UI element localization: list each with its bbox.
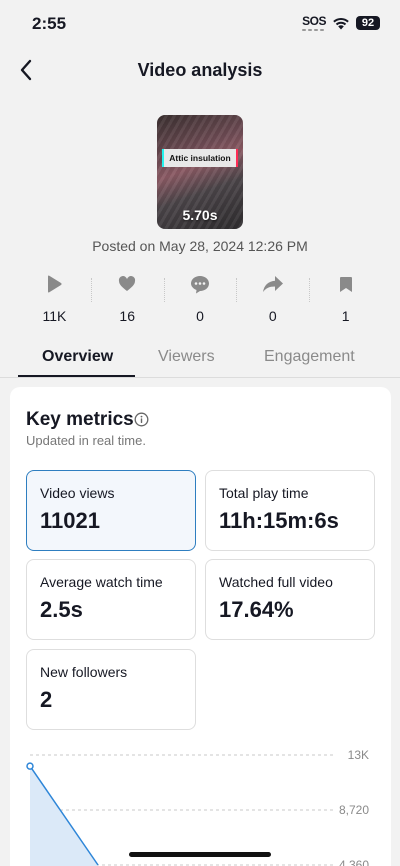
top-nav: Video analysis xyxy=(0,52,400,92)
status-indicators: SOS 92 xyxy=(302,15,380,31)
chart-point xyxy=(26,762,34,770)
comment-icon xyxy=(190,275,209,293)
tab-engagement[interactable]: Engagement xyxy=(264,348,355,366)
tab-viewers[interactable]: Viewers xyxy=(158,348,215,366)
stat-saves: 1 xyxy=(309,272,382,326)
bookmark-icon xyxy=(339,276,352,292)
status-bar: 2:55 SOS 92 xyxy=(0,0,400,48)
stat-likes: 16 xyxy=(90,272,164,326)
video-duration: 5.70s xyxy=(182,207,218,223)
key-metrics-card: Key metrics Updated in real time. Video … xyxy=(10,387,391,866)
y-tick-label: 4,360 xyxy=(339,858,369,866)
video-thumbnail[interactable]: Attic insulation 5.70s xyxy=(157,115,243,229)
stat-comments: 0 xyxy=(163,272,237,326)
views-chart: 13K 8,720 4,360 xyxy=(26,748,369,866)
stats-row: 11K 16 0 0 1 xyxy=(18,272,382,326)
share-icon xyxy=(262,276,283,292)
video-caption: Attic insulation xyxy=(164,149,236,167)
posted-date: Posted on May 28, 2024 12:26 PM xyxy=(92,238,308,254)
play-icon xyxy=(48,275,62,293)
home-indicator xyxy=(129,852,271,857)
battery-indicator: 92 xyxy=(356,16,380,30)
y-tick-label: 13K xyxy=(348,748,369,762)
stat-views: 11K xyxy=(18,272,91,326)
tab-indicator xyxy=(18,375,135,377)
status-time: 2:55 xyxy=(32,14,67,33)
tab-bar: Overview Viewers Engagement xyxy=(0,340,400,378)
y-tick-label: 8,720 xyxy=(339,803,369,817)
wifi-icon xyxy=(333,17,349,30)
sos-indicator: SOS xyxy=(302,15,326,31)
stat-shares: 0 xyxy=(236,272,309,326)
tab-overview[interactable]: Overview xyxy=(42,348,113,366)
page-title: Video analysis xyxy=(137,60,263,80)
heart-icon xyxy=(119,276,136,291)
